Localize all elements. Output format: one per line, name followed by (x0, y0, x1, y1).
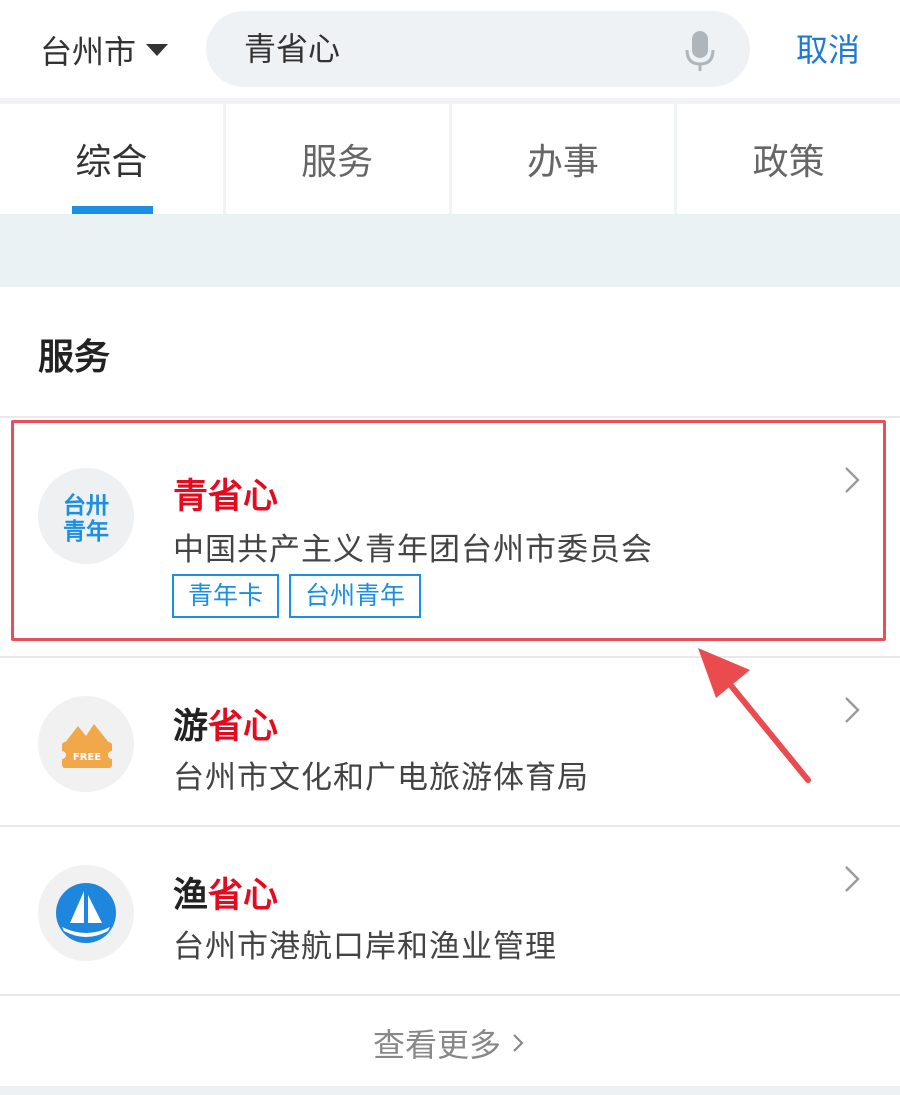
tab-label: 政策 (752, 142, 825, 183)
section-title: 服务 (38, 337, 111, 378)
chevron-right-icon (513, 1034, 524, 1052)
title-prefix: 渔 (173, 876, 209, 916)
logo-text-line1: 台卅 (63, 492, 109, 519)
microphone-icon[interactable] (682, 29, 718, 73)
title-highlight: 青省心 (173, 477, 279, 517)
result-subtitle: 台州市文化和广电旅游体育局 (173, 760, 589, 796)
annotation-arrow-icon (698, 648, 811, 783)
result-item-yushengxin[interactable]: 渔省心 台州市港航口岸和渔业管理 (0, 827, 900, 994)
chevron-right-icon (845, 866, 860, 892)
title-highlight: 省心 (208, 876, 279, 916)
title-highlight: 省心 (208, 707, 279, 747)
free-ticket-graphic: FREE (58, 724, 116, 768)
top-bar: 台州市 青省心 取消 (0, 0, 900, 100)
tab-policy[interactable]: 政策 (677, 104, 900, 214)
tab-services[interactable]: 服务 (226, 104, 452, 214)
result-title: 青省心 (173, 468, 278, 519)
sailboat-graphic (56, 883, 116, 943)
tab-label: 服务 (301, 142, 374, 183)
tab-label: 综合 (75, 142, 148, 183)
bottom-spacer (0, 1086, 900, 1095)
tag-list: 青年卡 台州青年 (172, 574, 422, 618)
view-more-label: 查看更多 (372, 1026, 501, 1064)
tag-youth-card[interactable]: 青年卡 (172, 574, 280, 618)
title-prefix: 游 (173, 707, 209, 747)
cancel-button[interactable]: 取消 (796, 26, 860, 74)
result-item-qingshengxin[interactable]: 台卅 青年 青省心 中国共产主义青年团台州市委员会 青年卡 台州青年 (0, 418, 900, 656)
taizhou-youth-logo-icon: 台卅 青年 (38, 468, 134, 564)
chevron-right-icon (845, 697, 860, 723)
city-label: 台州市 (40, 33, 137, 71)
sailboat-icon (38, 865, 134, 961)
svg-text:FREE: FREE (73, 752, 101, 763)
divider (0, 994, 900, 996)
logo-text-line2: 青年 (63, 518, 109, 545)
section-spacer (0, 214, 900, 287)
free-ticket-icon: FREE (38, 696, 134, 792)
tab-comprehensive[interactable]: 综合 (0, 104, 226, 214)
active-tab-indicator (72, 206, 153, 214)
tab-affairs[interactable]: 办事 (452, 104, 678, 214)
tag-taizhou-youth[interactable]: 台州青年 (289, 574, 422, 618)
result-subtitle: 中国共产主义青年团台州市委员会 (173, 532, 653, 568)
result-title: 游省心 (173, 698, 278, 749)
city-selector[interactable]: 台州市 (40, 26, 169, 74)
search-box[interactable]: 青省心 (206, 11, 750, 87)
view-more-link[interactable]: 查看更多 (0, 1000, 900, 1086)
result-title: 渔省心 (173, 867, 278, 918)
search-input[interactable]: 青省心 (244, 11, 340, 87)
tab-label: 办事 (526, 142, 599, 183)
tab-bar: 综合 服务 办事 政策 (0, 104, 900, 214)
result-subtitle: 台州市港航口岸和渔业管理 (173, 929, 557, 965)
dropdown-caret-icon (146, 44, 169, 56)
taizhou-youth-logo-graphic: 台卅 青年 (63, 492, 109, 545)
chevron-right-icon (845, 467, 860, 493)
